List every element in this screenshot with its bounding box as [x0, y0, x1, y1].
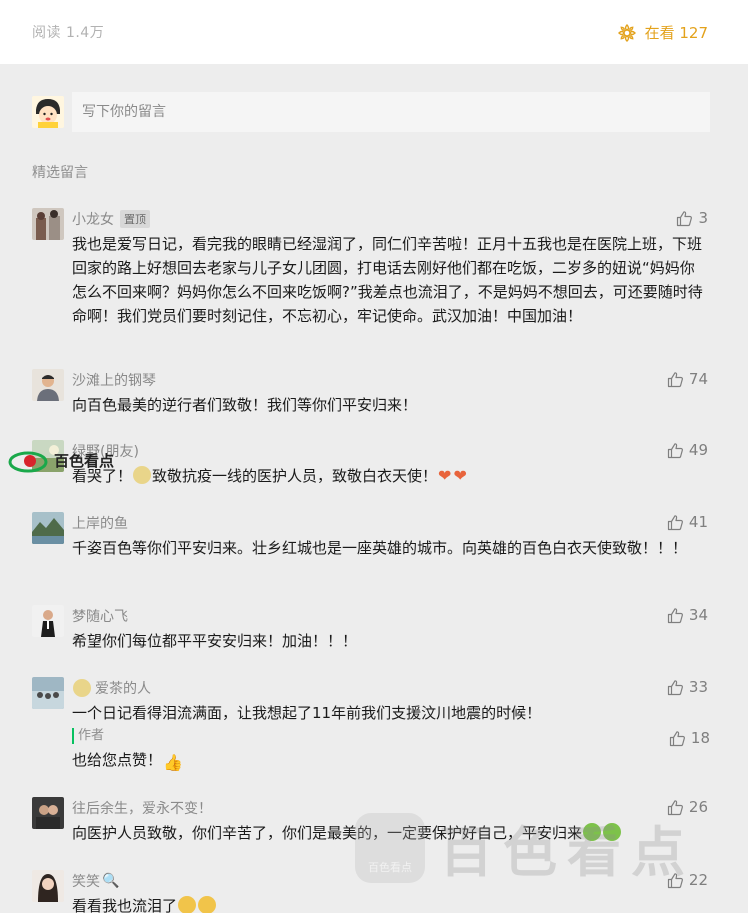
- nickname: 梦随心飞: [72, 609, 128, 625]
- comment-item: 梦随心飞 34 希望你们每位都平平安安归来！加油！！！: [32, 605, 710, 657]
- brand-logo-icon: [8, 451, 48, 473]
- looking-count: 在看 127: [644, 24, 708, 42]
- author-tag: 作者: [72, 728, 104, 744]
- nickname: 笑笑: [72, 874, 100, 890]
- like-button[interactable]: 33: [667, 678, 708, 696]
- magnifier-icon: 🔍: [102, 873, 120, 889]
- watermark-small-text: 百色看点: [54, 451, 115, 470]
- comment-item: 爱茶的人 33 一个日记看得泪流满面，让我想起了11年前我们支援汶川地震的时候！…: [32, 677, 710, 777]
- my-avatar: [32, 96, 64, 128]
- mask-emoji-icon: [133, 466, 152, 484]
- comment-input[interactable]: [72, 92, 710, 132]
- featured-comments-title: 精选留言: [32, 165, 88, 181]
- comment-item: 绿野(朋友) 49 看哭了！ 致敬抗疫一线的医护人员，致敬白衣天使！❤ ❤: [32, 440, 710, 492]
- like-count: 74: [688, 370, 708, 388]
- comment-text: 千姿百色等你们平安归来。壮乡红城也是一座英雄的城市。向英雄的百色白衣天使致敬！！…: [72, 539, 688, 557]
- nickname: 沙滩上的钢琴: [72, 373, 156, 389]
- comment-item: 沙滩上的钢琴 74 向百色最美的逆行者们致敬！我们等你们平安归来！: [32, 369, 710, 421]
- like-button[interactable]: 18: [669, 729, 710, 747]
- watermark-large-text: 百色看点: [439, 821, 695, 884]
- watermark-large: 百色看点 百色看点: [355, 808, 695, 887]
- read-count: 阅读 1.4万: [32, 25, 105, 41]
- nickname: 上岸的鱼: [72, 516, 128, 532]
- like-count: 34: [688, 606, 708, 624]
- comment-text: 希望你们每位都平平安安归来！加油！！！: [72, 632, 358, 650]
- like-count: 33: [688, 678, 708, 696]
- flower-icon: [617, 23, 636, 42]
- tea-emoji-icon: [73, 679, 91, 697]
- avatar: [32, 605, 64, 637]
- like-count: 3: [698, 209, 708, 227]
- watermark-logo-caption: 百色看点: [368, 860, 412, 874]
- heart-emoji-icon: ❤: [453, 466, 467, 485]
- like-button[interactable]: 41: [667, 513, 708, 531]
- avatar: [32, 208, 64, 240]
- avatar: [32, 512, 64, 544]
- nickname: 小龙女: [72, 212, 114, 228]
- sad-emoji-icon: [178, 896, 197, 913]
- thumbs-up-icon: [667, 607, 683, 623]
- avatar: [32, 870, 64, 902]
- comment-text: 一个日记看得泪流满面，让我想起了11年前我们支援汶川地震的时候！: [72, 704, 542, 722]
- thumbs-up-icon: [667, 514, 683, 530]
- nickname: 往后余生，爱永不变！: [72, 801, 212, 817]
- author-reply: 作者 18 也给您点赞！👍: [72, 728, 710, 776]
- comment-text-part: 看看我也流泪了: [72, 897, 178, 913]
- comment-item: 小龙女 置顶 3 我也是爱写日记，看完我的眼睛已经湿润了，同仁们辛苦啦！正月十五…: [32, 208, 710, 336]
- avatar: [32, 797, 64, 829]
- like-button[interactable]: 3: [676, 209, 708, 227]
- pinned-badge: 置顶: [120, 210, 150, 228]
- like-button[interactable]: 34: [667, 606, 708, 624]
- comment-text-part: 致敬抗疫一线的医护人员，致敬白衣天使！: [152, 467, 438, 485]
- thumbs-up-icon: [677, 210, 693, 226]
- comment-text: 看看我也流泪了: [72, 894, 708, 913]
- heart-emoji-icon: ❤: [438, 466, 452, 485]
- like-count: 18: [690, 729, 710, 747]
- like-button[interactable]: 74: [667, 370, 708, 388]
- avatar: [32, 369, 64, 401]
- comment-text: 看哭了！ 致敬抗疫一线的医护人员，致敬白衣天使！❤ ❤: [72, 464, 708, 488]
- comment-text: 我也是爱写日记，看完我的眼睛已经湿润了，同仁们辛苦啦！正月十五我也是在医院上班，…: [72, 235, 703, 325]
- reply-text: 也给您点赞！: [72, 751, 163, 769]
- avatar: [32, 677, 64, 709]
- thumbs-up-icon: [667, 442, 683, 458]
- watermark-logo-small: 百色看点: [6, 444, 114, 476]
- watermark-logo-icon: 百色看点: [355, 812, 425, 883]
- like-count: 41: [688, 513, 708, 531]
- thumbs-up-icon: [667, 679, 683, 695]
- like-button[interactable]: 49: [667, 441, 708, 459]
- article-stats-bar: 阅读 1.4万 在看 127: [0, 0, 748, 64]
- sad-emoji-icon: [198, 896, 217, 913]
- comment-item: 上岸的鱼 41 千姿百色等你们平安归来。壮乡红城也是一座英雄的城市。向英雄的百色…: [32, 512, 710, 588]
- nickname: 爱茶的人: [95, 681, 151, 697]
- comment-box: [32, 92, 710, 132]
- looking-button[interactable]: 在看 127: [617, 22, 708, 43]
- thumbs-up-emoji-icon: 👍: [163, 753, 183, 772]
- comment-text: 向百色最美的逆行者们致敬！我们等你们平安归来！: [72, 396, 418, 414]
- thumbs-up-icon: [669, 730, 685, 746]
- thumbs-up-icon: [667, 371, 683, 387]
- like-count: 49: [688, 441, 708, 459]
